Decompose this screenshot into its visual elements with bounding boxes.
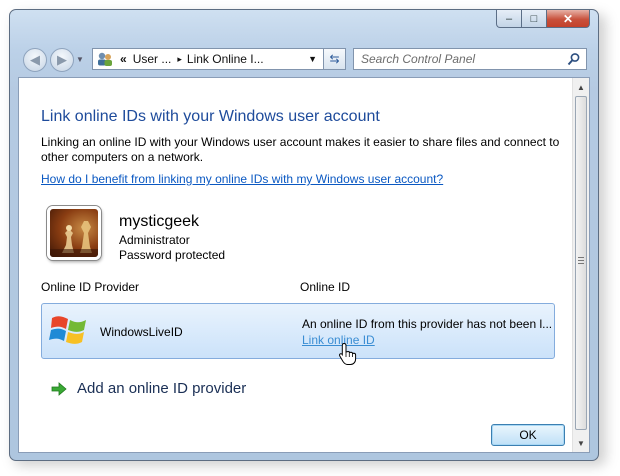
help-link[interactable]: How do I benefit from linking my online … (41, 172, 443, 186)
user-accounts-icon (98, 52, 112, 66)
address-bar[interactable]: « User ... ▸ Link Online I... ▼ (92, 48, 324, 70)
forward-arrow-icon: ▶ (57, 52, 67, 67)
user-role: Administrator (119, 233, 190, 247)
hand-cursor-icon (339, 342, 357, 365)
maximize-button[interactable]: □ (522, 10, 547, 28)
scroll-down-arrow-icon[interactable]: ▼ (573, 435, 589, 451)
breadcrumb-user-accounts[interactable]: User ... (133, 52, 172, 66)
page-title: Link online IDs with your Windows user a… (41, 108, 380, 125)
back-button[interactable]: ◀ (23, 48, 47, 72)
recent-pages-chevron-icon[interactable]: ▼ (76, 55, 84, 64)
user-name: mysticgeek (119, 213, 200, 230)
search-box[interactable]: Search Control Panel (353, 48, 587, 70)
minimize-button[interactable]: – (496, 10, 522, 28)
back-arrow-icon: ◀ (30, 52, 40, 67)
chess-pieces-picture (50, 221, 98, 257)
user-protection-status: Password protected (119, 248, 226, 262)
content-pane: Link online IDs with your Windows user a… (18, 77, 590, 453)
search-input[interactable]: Search Control Panel (361, 52, 475, 66)
windows-logo-icon (49, 316, 86, 344)
provider-name: WindowsLiveID (100, 325, 183, 339)
forward-button[interactable]: ▶ (50, 48, 74, 72)
address-dropdown-icon[interactable]: ▼ (308, 54, 317, 64)
add-provider-label: Add an online ID provider (77, 380, 247, 397)
user-avatar (47, 206, 101, 260)
breadcrumb-link-online-ids[interactable]: Link Online I... (187, 52, 264, 66)
column-header-online-id: Online ID (300, 280, 351, 294)
refresh-icon: ⇆ (329, 52, 340, 66)
control-panel-window: – □ ✕ ◀ ▶ ▼ « User ... ▸ Link Online I..… (9, 9, 599, 461)
provider-row-windowslive[interactable]: WindowsLiveID An online ID from this pro… (41, 303, 555, 365)
add-provider-link[interactable]: Add an online ID provider (51, 380, 246, 397)
page-description: Linking an online ID with your Windows u… (41, 135, 560, 164)
search-icon[interactable] (567, 52, 581, 66)
refresh-button[interactable]: ⇆ (324, 48, 346, 70)
column-header-provider: Online ID Provider (41, 280, 140, 294)
scroll-up-arrow-icon[interactable]: ▲ (573, 79, 589, 95)
close-button[interactable]: ✕ (547, 10, 590, 28)
title-buttons: – □ ✕ (496, 10, 590, 29)
scroll-thumb[interactable] (575, 96, 587, 430)
ok-button[interactable]: OK (491, 424, 565, 446)
breadcrumb-prefix[interactable]: « (120, 52, 127, 66)
vertical-scrollbar[interactable]: ▲ ▼ (572, 78, 589, 452)
breadcrumb-separator-icon[interactable]: ▸ (177, 54, 182, 65)
provider-status: An online ID from this provider has not … (302, 317, 553, 331)
green-arrow-icon (51, 381, 67, 396)
